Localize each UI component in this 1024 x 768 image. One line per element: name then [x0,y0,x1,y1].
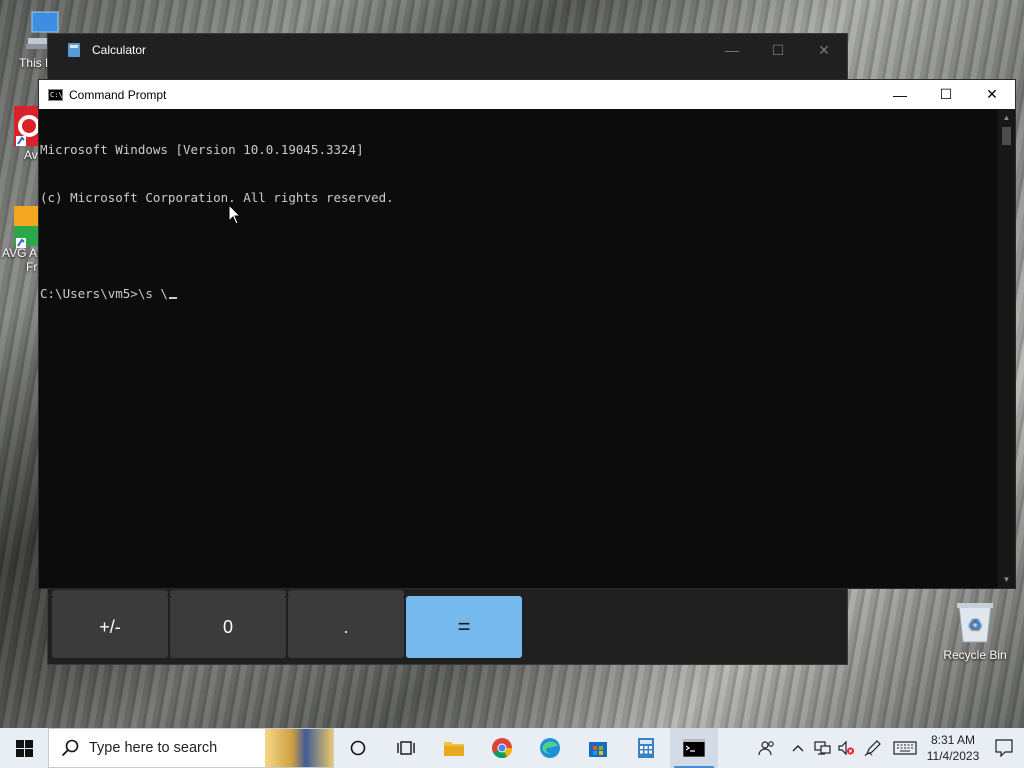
search-icon [61,739,79,757]
chrome-button[interactable] [478,728,526,768]
taskbar-clock[interactable]: 8:31 AM 11/4/2023 [922,732,984,764]
calculator-title: Calculator [92,43,147,57]
command-prompt-maximize-button[interactable]: ☐ [923,80,969,109]
scroll-up-arrow-icon[interactable]: ▲ [998,109,1015,126]
command-prompt-minimize-button[interactable]: — [877,80,923,109]
task-view-button[interactable] [382,728,430,768]
recycle-bin-icon: ♻ [957,603,993,643]
system-tray: 8:31 AM 11/4/2023 [748,728,1024,768]
search-highlight-image [265,729,333,767]
start-button[interactable] [0,728,48,768]
taskbar-search-box[interactable]: Type here to search [48,728,334,768]
clock-time: 8:31 AM [930,733,976,747]
calculator-close-button[interactable]: ✕ [801,34,847,66]
scroll-down-arrow-icon[interactable]: ▼ [998,571,1015,588]
console-scrollbar[interactable]: ▲ ▼ [998,109,1015,588]
show-hidden-icons-button[interactable] [786,728,810,768]
people-icon [758,741,774,756]
people-button[interactable] [748,728,786,768]
text-cursor [168,297,177,299]
calculator-taskbar-button[interactable] [622,728,670,768]
touch-keyboard-button[interactable] [888,728,922,768]
console-line: Microsoft Windows [Version 10.0.19045.33… [40,142,364,157]
desktop-icon-recycle-bin[interactable]: ♻ Recycle Bin [937,600,1013,662]
file-explorer-button[interactable] [430,728,478,768]
notification-icon [995,739,1013,757]
command-prompt-window[interactable]: C:\ Command Prompt — ☐ ✕ Microsoft Windo… [38,79,1016,589]
keyboard-icon [893,741,917,755]
search-placeholder: Type here to search [89,740,218,756]
console-prompt-line[interactable]: C:\Users\vm5>\s \ [40,286,998,302]
network-icon [814,741,831,755]
console-prompt-text: C:\Users\vm5>\s \ [40,286,168,301]
task-view-icon [397,741,415,755]
chevron-up-icon [792,745,804,752]
calculator-keypad: +/- 0 . = [52,596,522,658]
command-prompt-title-bar[interactable]: C:\ Command Prompt — ☐ ✕ [39,80,1015,109]
mouse-pointer-icon [228,204,242,225]
calculator-app-icon [68,43,80,57]
file-explorer-icon [444,742,464,756]
cortana-button[interactable] [334,728,382,768]
cortana-icon [350,740,366,756]
console-line: (c) Microsoft Corporation. All rights re… [40,190,394,205]
calculator-minimize-button[interactable]: — [709,34,755,66]
decimal-button[interactable]: . [288,596,404,658]
edge-icon [540,738,560,758]
command-prompt-close-button[interactable]: ✕ [969,80,1015,109]
pen-workspace-button[interactable] [858,728,888,768]
console-output[interactable]: Microsoft Windows [Version 10.0.19045.33… [39,109,998,588]
taskbar: Type here to search 8:31 AM 11/4/2023 [0,728,1024,768]
network-button[interactable] [810,728,834,768]
svg-text:♻: ♻ [968,615,982,634]
edge-button[interactable] [526,728,574,768]
desktop-icon-label: Recycle Bin [943,648,1007,662]
command-prompt-icon [683,739,705,757]
clock-date: 11/4/2023 [926,749,980,763]
calculator-icon [638,738,654,758]
command-prompt-title: Command Prompt [69,87,167,102]
scroll-thumb[interactable] [1002,127,1011,145]
command-prompt-taskbar-button[interactable] [670,728,718,768]
action-center-button[interactable] [984,728,1024,768]
equals-button[interactable]: = [406,596,522,658]
zero-button[interactable]: 0 [170,596,286,658]
command-prompt-app-icon: C:\ [48,88,63,101]
windows-logo-icon [15,739,33,757]
negate-button[interactable]: +/- [52,596,168,658]
pen-icon [864,740,881,757]
volume-muted-icon [838,740,854,756]
chrome-icon [492,738,513,759]
store-icon [589,742,607,757]
volume-button[interactable] [834,728,858,768]
calculator-title-bar[interactable]: Calculator — ☐ ✕ [48,34,847,66]
store-button[interactable] [574,728,622,768]
calculator-maximize-button[interactable]: ☐ [755,34,801,66]
